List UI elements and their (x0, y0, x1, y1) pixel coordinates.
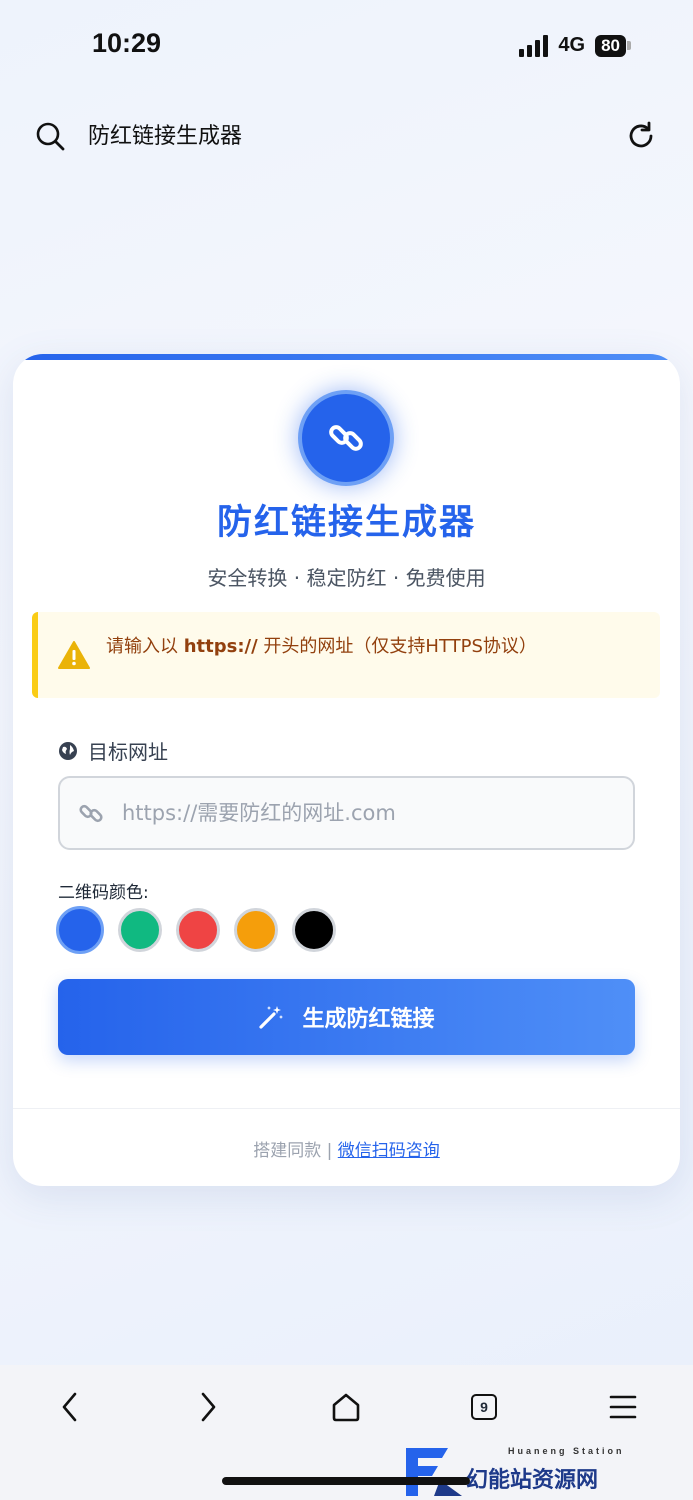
target-url-label-text: 目标网址 (88, 740, 168, 764)
signal-icon (519, 34, 549, 57)
menu-icon (609, 1395, 637, 1419)
watermark-logo-icon (406, 1447, 462, 1496)
url-input-box[interactable] (58, 776, 635, 850)
notice-protocol: https:// (183, 636, 258, 657)
card-accent-bar (13, 354, 680, 360)
watermark-subtitle: Huaneng Station (508, 1445, 625, 1456)
forward-button[interactable] (188, 1387, 228, 1427)
url-input[interactable] (122, 790, 622, 836)
logo-badge (298, 390, 394, 486)
status-time: 10:29 (92, 28, 162, 58)
magic-wand-icon (259, 1006, 284, 1029)
notice-prefix: 请输入以 (106, 636, 184, 657)
target-url-label: 目标网址 (58, 736, 168, 765)
wechat-consult-link[interactable]: 微信扫码咨询 (338, 1141, 440, 1161)
refresh-icon[interactable] (625, 120, 657, 152)
chevron-left-icon (62, 1392, 77, 1422)
battery-icon: 80 (595, 34, 631, 57)
footer-prefix: 搭建同款 | (253, 1141, 338, 1161)
color-swatch[interactable] (176, 908, 220, 952)
address-text[interactable]: 防红链接生成器 (88, 118, 242, 150)
generator-card: 防红链接生成器 安全转换 · 稳定防红 · 免费使用 请输入以 https://… (13, 354, 680, 1186)
color-swatch[interactable] (56, 906, 104, 954)
color-swatch[interactable] (234, 908, 278, 952)
qr-color-label: 二维码颜色: (58, 883, 149, 903)
generate-button-label: 生成防红链接 (302, 1007, 435, 1032)
chevron-right-icon (201, 1392, 216, 1422)
link-icon (329, 425, 363, 451)
tabs-count: 9 (471, 1394, 497, 1420)
notice-text: 请输入以 https:// 开头的网址（仅支持HTTPS协议） (106, 632, 537, 658)
back-button[interactable] (50, 1387, 90, 1427)
card-subtitle: 安全转换 · 稳定防红 · 免费使用 (207, 566, 486, 590)
card-title: 防红链接生成器 (216, 503, 476, 543)
notice-suffix: 开头的网址（仅支持HTTPS协议） (257, 636, 537, 657)
tabs-button[interactable]: 9 (464, 1387, 504, 1427)
home-button[interactable] (326, 1387, 366, 1427)
menu-button[interactable] (603, 1387, 643, 1427)
link-field-icon (79, 804, 103, 823)
site-watermark: Huaneng Station 幻能站资源网 (404, 1443, 636, 1500)
network-type: 4G (558, 34, 586, 56)
warning-icon (58, 641, 90, 669)
https-notice: 请输入以 https:// 开头的网址（仅支持HTTPS协议） (32, 612, 660, 698)
color-swatch[interactable] (118, 908, 162, 952)
globe-icon (59, 741, 77, 760)
watermark-text: 幻能站资源网 (466, 1467, 599, 1493)
card-divider (13, 1108, 680, 1109)
search-icon[interactable] (34, 120, 66, 152)
home-icon (332, 1393, 360, 1422)
generate-button[interactable]: 生成防红链接 (58, 979, 635, 1055)
address-bar[interactable]: 防红链接生成器 (0, 96, 693, 176)
home-indicator (222, 1477, 470, 1485)
qr-color-picker[interactable] (56, 906, 336, 954)
color-swatch[interactable] (292, 908, 336, 952)
status-indicators: 4G 80 (519, 34, 631, 57)
battery-level: 80 (595, 34, 626, 57)
card-footer: 搭建同款 | 微信扫码咨询 (13, 1136, 680, 1161)
status-bar: 10:29 4G 80 (0, 0, 693, 92)
